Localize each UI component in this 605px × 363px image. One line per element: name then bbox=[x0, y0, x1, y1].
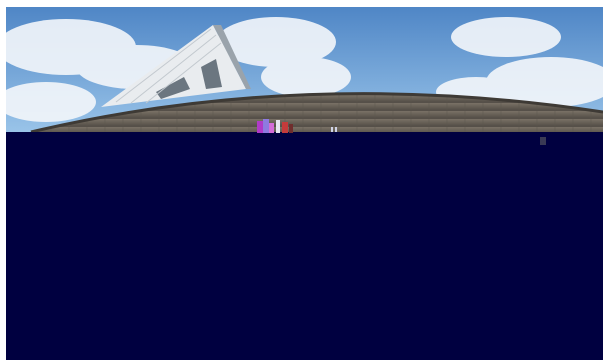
corrupted-block bbox=[6, 132, 603, 360]
building-photo bbox=[6, 7, 603, 360]
image-frame bbox=[0, 0, 605, 363]
photo-drawing bbox=[6, 7, 603, 360]
